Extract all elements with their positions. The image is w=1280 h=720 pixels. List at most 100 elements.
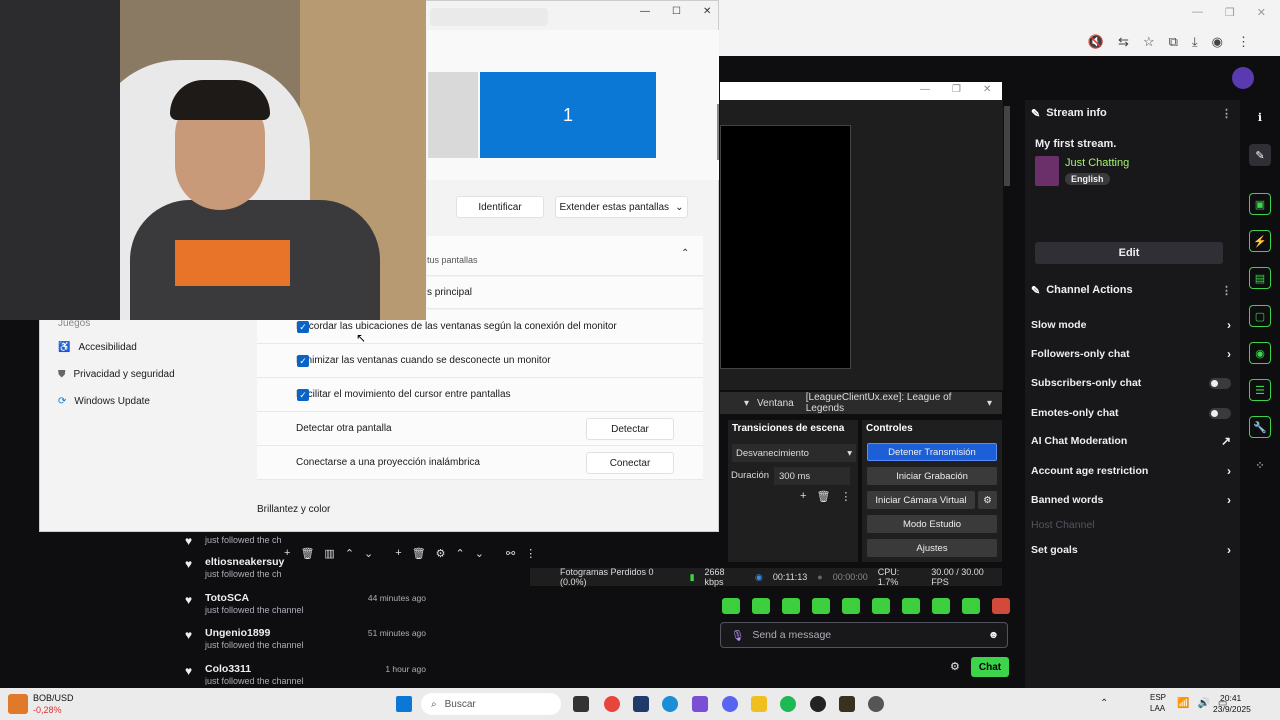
action-account-age[interactable]: Account age restriction › bbox=[1031, 461, 1231, 481]
more-apps-icon[interactable]: ⁘ bbox=[1249, 454, 1271, 476]
clip-icon[interactable]: ▣ bbox=[1249, 193, 1271, 215]
down-icon[interactable]: ⌄ bbox=[475, 547, 484, 560]
source-select[interactable]: [LeagueClientUx.exe]: League of Legends bbox=[806, 392, 987, 414]
chat-bubble-icon[interactable]: ▢ bbox=[1249, 305, 1271, 327]
settings-search-input[interactable] bbox=[430, 8, 548, 26]
language-top[interactable]: ESP bbox=[1150, 693, 1166, 702]
subscribers-only-toggle[interactable] bbox=[1209, 377, 1231, 389]
extend-displays-select[interactable]: Extender estas pantallas ⌄ bbox=[555, 196, 688, 218]
follower-name[interactable]: Ungenio1899 bbox=[205, 627, 270, 639]
emoji-icon[interactable]: ☻ bbox=[988, 629, 999, 641]
obs-icon[interactable] bbox=[868, 696, 884, 712]
trash-icon[interactable]: 🗑 bbox=[816, 490, 830, 503]
identify-button[interactable]: Identificar bbox=[456, 196, 544, 218]
nav-item-accessibility[interactable]: ♿ Accesibilidad bbox=[58, 342, 137, 353]
download-icon[interactable]: ⤓ bbox=[1192, 34, 1198, 50]
more-icon[interactable]: ⋮ bbox=[525, 547, 536, 560]
action-followers-only[interactable]: Followers-only chat › bbox=[1031, 344, 1231, 364]
emote[interactable] bbox=[782, 598, 800, 614]
extensions-icon[interactable]: ⧉ bbox=[1169, 34, 1178, 50]
translate-icon[interactable]: ⇆ bbox=[1118, 34, 1129, 50]
up-icon[interactable]: ⌃ bbox=[456, 547, 465, 560]
minimize-windows-row[interactable]: ✓ Minimizar las ventanas cuando se descon… bbox=[257, 344, 703, 378]
chevron-down-icon[interactable]: ▾ bbox=[987, 398, 992, 409]
stream-category[interactable]: Just Chatting bbox=[1065, 157, 1129, 169]
mute-icon[interactable]: 🔇 bbox=[1088, 34, 1104, 50]
start-recording-button[interactable]: Iniciar Grabación bbox=[867, 467, 997, 485]
action-ai-moderation[interactable]: AI Chat Moderation ↗ bbox=[1031, 431, 1231, 451]
cursor-movement-row[interactable]: ✓ Facilitar el movimiento del cursor entr… bbox=[257, 378, 703, 412]
emote[interactable] bbox=[812, 598, 830, 614]
emotes-only-toggle[interactable] bbox=[1209, 407, 1231, 419]
scrollbar[interactable] bbox=[717, 104, 719, 160]
close-icon[interactable]: ✕ bbox=[1257, 6, 1266, 19]
action-set-goals[interactable]: Set goals › bbox=[1031, 540, 1231, 560]
action-slow-mode[interactable]: Slow mode › bbox=[1031, 315, 1231, 335]
edit-button[interactable]: Edit bbox=[1035, 242, 1223, 264]
close-icon[interactable]: ✕ bbox=[983, 84, 991, 95]
microphone-icon[interactable]: 🎙 bbox=[731, 629, 744, 642]
minimize-icon[interactable]: — bbox=[1192, 6, 1203, 19]
menu-icon[interactable]: ⋮ bbox=[1237, 34, 1250, 50]
chrome-icon[interactable] bbox=[604, 696, 620, 712]
action-subscribers-only[interactable]: Subscribers-only chat bbox=[1031, 373, 1231, 393]
clock-date[interactable]: 23/9/2025 bbox=[1213, 704, 1251, 714]
chevron-down-icon[interactable]: ▾ bbox=[744, 398, 749, 409]
task-view-icon[interactable] bbox=[573, 696, 589, 712]
add-icon[interactable]: + bbox=[800, 490, 806, 503]
checkbox-icon[interactable]: ✓ bbox=[297, 389, 309, 401]
stop-stream-button[interactable]: Detener Transmisión bbox=[867, 443, 997, 461]
taskbar-search[interactable]: ⌕ Buscar bbox=[421, 693, 561, 715]
emote[interactable] bbox=[932, 598, 950, 614]
star-icon[interactable]: ☆ bbox=[1143, 34, 1155, 50]
avatar[interactable] bbox=[1232, 67, 1254, 89]
obs-preview[interactable] bbox=[720, 125, 851, 369]
chat-input[interactable]: 🎙 Send a message ☻ bbox=[720, 622, 1008, 648]
emote[interactable] bbox=[752, 598, 770, 614]
ad-icon[interactable]: ☰ bbox=[1249, 379, 1271, 401]
emote[interactable] bbox=[962, 598, 980, 614]
gear-icon[interactable]: ⚙ bbox=[436, 547, 446, 560]
mixer-icon[interactable]: ⚯ bbox=[506, 547, 515, 560]
duration-input[interactable]: 300 ms bbox=[774, 467, 850, 485]
chevron-up-icon[interactable]: ⌃ bbox=[681, 248, 689, 259]
edge-icon[interactable] bbox=[662, 696, 678, 712]
copilot-icon[interactable] bbox=[692, 696, 708, 712]
app-icon[interactable] bbox=[810, 696, 826, 712]
chat-send-button[interactable]: Chat bbox=[971, 657, 1009, 677]
more-icon[interactable]: ⋮ bbox=[1221, 107, 1232, 120]
emote[interactable] bbox=[722, 598, 740, 614]
discord-icon[interactable] bbox=[722, 696, 738, 712]
nav-item-windows-update[interactable]: ⟳ Windows Update bbox=[58, 396, 150, 407]
tray-chevron-icon[interactable]: ⌃ bbox=[1100, 698, 1108, 709]
settings-button[interactable]: Ajustes bbox=[867, 539, 997, 557]
volume-icon[interactable]: 🔊 bbox=[1197, 698, 1209, 709]
monitor-1[interactable]: 1 bbox=[480, 72, 656, 158]
wifi-icon[interactable]: 📶 bbox=[1177, 698, 1189, 709]
follower-name[interactable]: eltiosneakersuy bbox=[205, 556, 284, 568]
more-icon[interactable]: ⋮ bbox=[840, 490, 851, 503]
language-bottom[interactable]: LAA bbox=[1150, 704, 1165, 713]
windows-start-icon[interactable] bbox=[396, 696, 412, 712]
lightning-icon[interactable]: ⚡ bbox=[1249, 230, 1271, 252]
action-emotes-only[interactable]: Emotes-only chat bbox=[1031, 403, 1231, 423]
monitor-2[interactable] bbox=[428, 72, 478, 158]
minimize-icon[interactable]: — bbox=[640, 6, 650, 17]
app-icon[interactable] bbox=[633, 696, 649, 712]
restore-icon[interactable]: ❐ bbox=[1225, 6, 1235, 19]
restore-icon[interactable]: ❐ bbox=[952, 84, 961, 95]
start-virtual-camera-button[interactable]: Iniciar Cámara Virtual bbox=[867, 491, 975, 509]
gear-icon[interactable]: ⚙ bbox=[978, 491, 997, 509]
stocks-icon[interactable] bbox=[8, 694, 28, 714]
broadcast-icon[interactable]: ◉ bbox=[1249, 342, 1271, 364]
follower-name[interactable]: Colo3311 bbox=[205, 663, 251, 675]
emote[interactable] bbox=[992, 598, 1010, 614]
more-icon[interactable]: ⋮ bbox=[1221, 284, 1232, 297]
follower-name[interactable]: TotoSCA bbox=[205, 592, 249, 604]
nav-item-privacy[interactable]: ⛊ Privacidad y seguridad bbox=[58, 369, 175, 380]
transition-select[interactable]: Desvanecimiento ▾ bbox=[732, 444, 856, 462]
info-icon[interactable]: ℹ bbox=[1249, 106, 1271, 128]
minimize-icon[interactable]: — bbox=[920, 84, 930, 95]
action-banned-words[interactable]: Banned words › bbox=[1031, 490, 1231, 510]
clock-time[interactable]: 20:41 bbox=[1220, 693, 1241, 703]
